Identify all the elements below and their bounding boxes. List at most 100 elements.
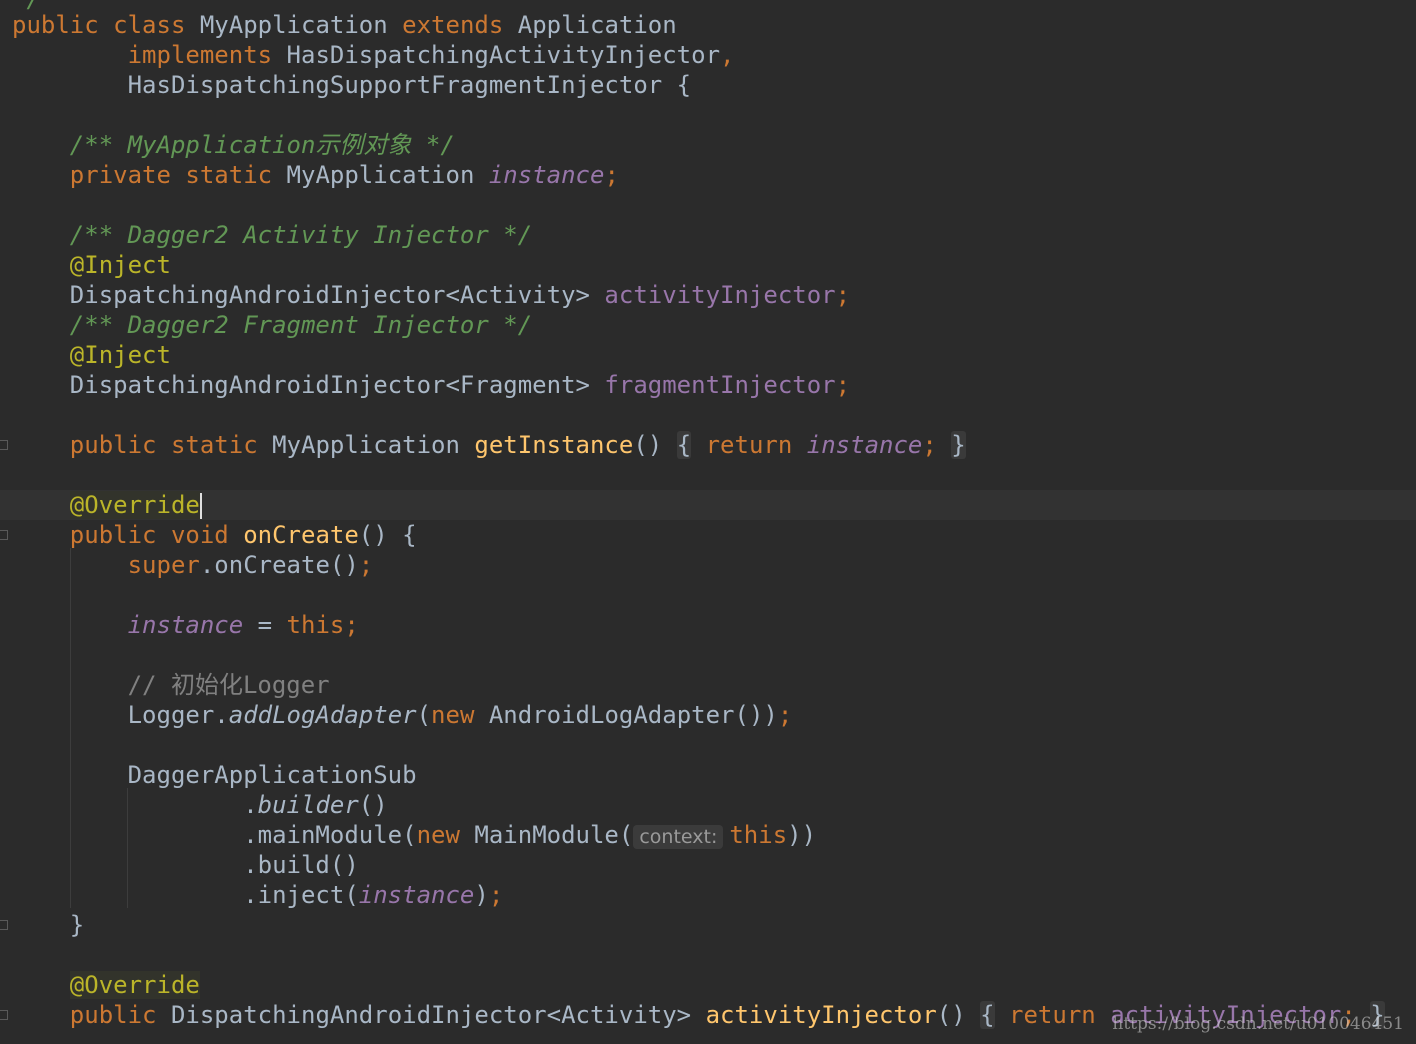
- line-comment: // 初始化Logger: [127, 671, 330, 699]
- method-name: activityInjector: [705, 1001, 937, 1029]
- static-method: builder: [257, 791, 359, 819]
- type-name: DispatchingAndroidInjector<Activity>: [69, 281, 590, 309]
- class-name: MyApplication: [199, 11, 388, 39]
- doc-comment: /** Dagger2 Activity Injector */: [69, 221, 533, 249]
- current-line-highlight: [0, 490, 1416, 520]
- method-name: getInstance: [474, 431, 634, 459]
- fold-marker-icon[interactable]: [0, 1010, 8, 1020]
- keyword: this: [286, 611, 345, 639]
- class-name: Logger.: [127, 701, 229, 729]
- punctuation: }: [69, 911, 85, 939]
- fold-marker-icon[interactable]: [0, 440, 8, 450]
- code-line: super.onCreate();: [12, 550, 374, 580]
- type-name: MyApplication: [286, 161, 475, 189]
- code-line: @Inject: [12, 340, 171, 370]
- keyword: this: [729, 821, 788, 849]
- punctuation: (): [358, 791, 388, 819]
- text-caret: [199, 493, 202, 519]
- keyword: super: [127, 551, 200, 579]
- method-call: .inject(: [243, 881, 359, 909]
- code-line: .mainModule(new MainModule(context: this)…: [12, 820, 816, 850]
- keyword: extends: [402, 11, 504, 39]
- static-field: instance: [806, 431, 923, 459]
- parent-class: Application: [517, 11, 677, 39]
- code-line: /** Dagger2 Fragment Injector */: [12, 310, 532, 340]
- punctuation: ;: [835, 371, 851, 399]
- fold-marker-icon[interactable]: [0, 530, 8, 540]
- static-field: instance: [358, 881, 475, 909]
- interface-name: HasDispatchingActivityInjector: [286, 41, 721, 69]
- code-line: DispatchingAndroidInjector<Fragment> fra…: [12, 370, 850, 400]
- annotation: @Inject: [69, 251, 171, 279]
- annotation: @Override: [69, 971, 200, 999]
- punctuation: )): [787, 821, 817, 849]
- punctuation: ): [474, 881, 489, 909]
- method-call: .build(): [243, 851, 359, 879]
- code-line: .builder(): [12, 790, 388, 820]
- code-line: @Inject: [12, 250, 171, 280]
- code-line: public void onCreate() {: [12, 520, 417, 550]
- static-field: instance: [127, 611, 244, 639]
- punctuation: (): [936, 1001, 966, 1029]
- code-line: .build(): [12, 850, 359, 880]
- code-line: // 初始化Logger: [12, 670, 330, 700]
- doc-comment: /** MyApplication示例对象 */: [69, 131, 455, 159]
- keyword: public void: [69, 521, 229, 549]
- code-line: instance = this;: [12, 610, 359, 640]
- code-editor[interactable]: */ public class MyApplication extends Ap…: [0, 0, 1416, 1044]
- code-line: }: [12, 910, 84, 940]
- folded-brace[interactable]: {: [676, 431, 692, 459]
- keyword: public: [12, 11, 99, 39]
- constructor-call: MainModule(: [474, 821, 634, 849]
- keyword: implements: [127, 41, 273, 69]
- code-line: Logger.addLogAdapter(new AndroidLogAdapt…: [12, 700, 793, 730]
- field-name: fragmentInjector: [604, 371, 836, 399]
- operator: =: [243, 611, 287, 639]
- static-method: addLogAdapter: [228, 701, 417, 729]
- keyword: return: [705, 431, 793, 459]
- code-line: DispatchingAndroidInjector<Activity> act…: [12, 280, 850, 310]
- keyword: private static: [69, 161, 273, 189]
- punctuation: .: [243, 791, 258, 819]
- folded-brace[interactable]: }: [951, 431, 966, 459]
- punctuation: ,: [720, 41, 735, 69]
- doc-comment: /** Dagger2 Fragment Injector */: [69, 311, 533, 339]
- constructor-call: AndroidLogAdapter()): [488, 701, 778, 729]
- code-line: HasDispatchingSupportFragmentInjector {: [12, 70, 692, 100]
- type-name: MyApplication: [272, 431, 460, 459]
- annotation: @Inject: [69, 341, 171, 369]
- punctuation: ;: [358, 551, 374, 579]
- code-line: /** Dagger2 Activity Injector */: [12, 220, 532, 250]
- code-line: @Override: [12, 490, 202, 520]
- parameter-hint: context:: [633, 825, 724, 849]
- method-name: onCreate: [243, 521, 359, 549]
- code-line: @Override: [12, 970, 200, 1000]
- fold-marker-icon[interactable]: [0, 920, 8, 930]
- watermark: https://blog.csdn.net/u010046451: [1112, 1014, 1404, 1034]
- method-call: .mainModule(: [243, 821, 417, 849]
- punctuation: ;: [835, 281, 851, 309]
- code-line: implements HasDispatchingActivityInjecto…: [12, 40, 735, 70]
- folded-brace[interactable]: {: [980, 1001, 995, 1029]
- method-call: .onCreate(): [199, 551, 359, 579]
- punctuation: (): [633, 431, 663, 459]
- class-name: DaggerApplicationSub: [127, 761, 417, 789]
- punctuation: () {: [358, 521, 417, 549]
- keyword: public static: [69, 431, 258, 459]
- keyword: return: [1009, 1001, 1096, 1029]
- code-line: public class MyApplication extends Appli…: [12, 10, 677, 40]
- keyword: new: [431, 701, 475, 729]
- keyword: class: [113, 11, 186, 39]
- code-line: .inject(instance);: [12, 880, 503, 910]
- punctuation: ;: [488, 881, 504, 909]
- punctuation: ;: [604, 161, 619, 189]
- code-line: private static MyApplication instance;: [12, 160, 619, 190]
- code-line: public static MyApplication getInstance(…: [12, 430, 966, 460]
- punctuation: ;: [344, 611, 359, 639]
- code-line: DaggerApplicationSub: [12, 760, 417, 790]
- annotation: @Override: [69, 491, 200, 519]
- interface-name: HasDispatchingSupportFragmentInjector {: [127, 71, 692, 99]
- keyword: new: [416, 821, 460, 849]
- type-name: DispatchingAndroidInjector<Fragment>: [69, 371, 590, 399]
- keyword: public: [69, 1001, 157, 1029]
